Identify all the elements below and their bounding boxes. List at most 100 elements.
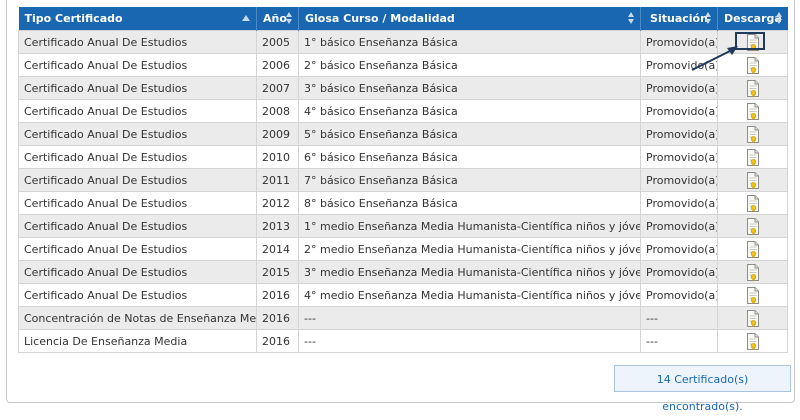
cell-anio: 2007 <box>256 76 299 100</box>
cell-tipo: Certificado Anual De Estudios <box>18 260 257 284</box>
cell-anio: 2009 <box>256 122 299 146</box>
table-row: Certificado Anual De Estudios 2013 1° me… <box>18 214 788 238</box>
cell-situacion: Promovido(a) <box>640 145 718 169</box>
cell-glosa: 3° medio Enseñanza Media Humanista-Cient… <box>298 260 641 284</box>
sort-asc-icon <box>242 15 250 21</box>
document-download-icon[interactable] <box>746 79 760 97</box>
header-tipo-certificado[interactable]: Tipo Certificado <box>18 7 257 31</box>
cell-descarga <box>717 122 788 146</box>
document-download-icon[interactable] <box>746 263 760 281</box>
table-row: Certificado Anual De Estudios 2015 3° me… <box>18 260 788 284</box>
cell-glosa: 2° básico Enseñanza Básica <box>298 53 641 77</box>
cell-anio: 2016 <box>256 329 299 353</box>
cell-tipo: Certificado Anual De Estudios <box>18 283 257 307</box>
header-label: Año <box>263 12 287 25</box>
table-row: Certificado Anual De Estudios 2006 2° bá… <box>18 53 788 77</box>
cell-anio: 2015 <box>256 260 299 284</box>
cell-glosa: 6° básico Enseñanza Básica <box>298 145 641 169</box>
sort-icon <box>775 12 783 25</box>
cell-glosa: 4° medio Enseñanza Media Humanista-Cient… <box>298 283 641 307</box>
document-download-icon[interactable] <box>746 286 760 304</box>
cell-glosa: 4° básico Enseñanza Básica <box>298 99 641 123</box>
cell-tipo: Certificado Anual De Estudios <box>18 122 257 146</box>
cell-situacion: Promovido(a) <box>640 122 718 146</box>
table-row: Certificado Anual De Estudios 2007 3° bá… <box>18 76 788 100</box>
cell-situacion: Promovido(a) <box>640 191 718 215</box>
results-count: 14 Certificado(s) encontrado(s). <box>614 365 791 413</box>
sort-icon <box>286 12 293 25</box>
cell-anio: 2016 <box>256 283 299 307</box>
cell-tipo: Certificado Anual De Estudios <box>18 53 257 77</box>
cell-descarga <box>717 99 788 123</box>
header-glosa[interactable]: Glosa Curso / Modalidad <box>298 7 641 31</box>
table-row: Concentración de Notas de Enseñanza Medi… <box>18 306 788 330</box>
table-row: Certificado Anual De Estudios 2010 6° bá… <box>18 145 788 169</box>
table-row: Certificado Anual De Estudios 2005 1° bá… <box>18 30 788 54</box>
cell-anio: 2010 <box>256 145 299 169</box>
table-row: Certificado Anual De Estudios 2011 7° bá… <box>18 168 788 192</box>
cell-situacion: Promovido(a) <box>640 237 718 261</box>
cell-tipo: Concentración de Notas de Enseñanza Medi… <box>18 306 257 330</box>
document-download-icon[interactable] <box>746 240 760 258</box>
cell-tipo: Certificado Anual De Estudios <box>18 168 257 192</box>
document-download-icon[interactable] <box>746 332 760 350</box>
header-label: Tipo Certificado <box>24 12 123 25</box>
cell-glosa: 3° básico Enseñanza Básica <box>298 76 641 100</box>
certificates-panel: Tipo Certificado Año Glosa Curso / Modal… <box>6 0 795 413</box>
cell-anio: 2013 <box>256 214 299 238</box>
document-download-icon[interactable] <box>746 194 760 212</box>
table-row: Certificado Anual De Estudios 2008 4° bá… <box>18 99 788 123</box>
table-row: Certificado Anual De Estudios 2012 8° bá… <box>18 191 788 215</box>
cell-glosa: 2° medio Enseñanza Media Humanista-Cient… <box>298 237 641 261</box>
document-download-icon[interactable] <box>746 102 760 120</box>
cell-situacion: --- <box>640 329 718 353</box>
cell-descarga <box>717 168 788 192</box>
document-download-icon[interactable] <box>746 148 760 166</box>
cell-anio: 2014 <box>256 237 299 261</box>
cell-descarga <box>717 237 788 261</box>
cell-tipo: Licencia De Enseñanza Media <box>18 329 257 353</box>
sort-icon <box>628 12 635 25</box>
cell-anio: 2008 <box>256 99 299 123</box>
cell-descarga <box>717 306 788 330</box>
cell-descarga <box>717 145 788 169</box>
header-descarga[interactable]: Descarga <box>717 7 788 31</box>
cell-situacion: Promovido(a) <box>640 99 718 123</box>
cell-glosa: 7° básico Enseñanza Básica <box>298 168 641 192</box>
cell-descarga <box>717 329 788 353</box>
document-download-icon[interactable] <box>746 171 760 189</box>
cell-tipo: Certificado Anual De Estudios <box>18 191 257 215</box>
cell-glosa: 1° básico Enseñanza Básica <box>298 30 641 54</box>
cell-situacion: Promovido(a) <box>640 260 718 284</box>
cell-anio: 2005 <box>256 30 299 54</box>
cell-glosa: 5° básico Enseñanza Básica <box>298 122 641 146</box>
cell-tipo: Certificado Anual De Estudios <box>18 237 257 261</box>
cell-tipo: Certificado Anual De Estudios <box>18 145 257 169</box>
cell-anio: 2012 <box>256 191 299 215</box>
document-download-icon[interactable] <box>746 125 760 143</box>
cell-glosa: 1° medio Enseñanza Media Humanista-Cient… <box>298 214 641 238</box>
annotation-arrow <box>691 46 738 71</box>
header-anio[interactable]: Año <box>256 7 299 31</box>
cell-descarga <box>717 283 788 307</box>
table-header-row: Tipo Certificado Año Glosa Curso / Modal… <box>18 7 788 31</box>
header-label: Descarga <box>724 12 782 25</box>
cell-glosa: --- <box>298 306 641 330</box>
cell-descarga <box>717 260 788 284</box>
header-situacion[interactable]: Situación <box>640 7 718 31</box>
certificates-table: Tipo Certificado Año Glosa Curso / Modal… <box>18 7 788 353</box>
table-row: Certificado Anual De Estudios 2016 4° me… <box>18 283 788 307</box>
cell-situacion: --- <box>640 306 718 330</box>
cell-tipo: Certificado Anual De Estudios <box>18 76 257 100</box>
cell-tipo: Certificado Anual De Estudios <box>18 30 257 54</box>
cell-anio: 2006 <box>256 53 299 77</box>
cell-anio: 2016 <box>256 306 299 330</box>
table-row: Licencia De Enseñanza Media 2016 --- --- <box>18 329 788 353</box>
cell-descarga <box>717 191 788 215</box>
cell-situacion: Promovido(a) <box>640 168 718 192</box>
document-download-icon[interactable] <box>746 217 760 235</box>
header-label: Glosa Curso / Modalidad <box>305 12 455 25</box>
document-download-icon[interactable] <box>746 309 760 327</box>
cell-glosa: --- <box>298 329 641 353</box>
cell-tipo: Certificado Anual De Estudios <box>18 99 257 123</box>
